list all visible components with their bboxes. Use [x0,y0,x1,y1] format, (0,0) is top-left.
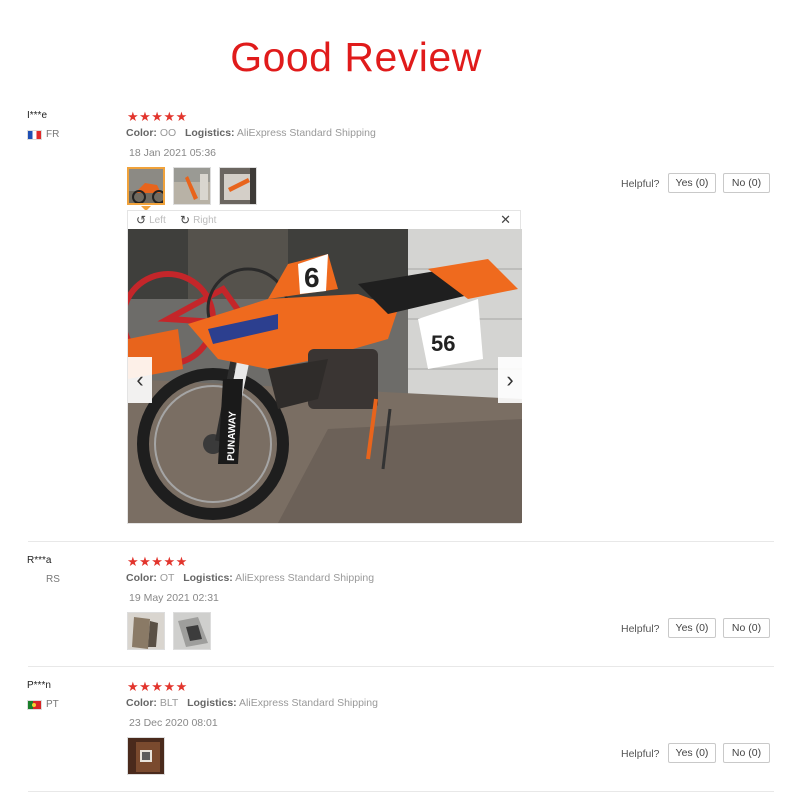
reviewer-country: RS [27,574,60,585]
logistics-value: AliExpress Standard Shipping [239,697,378,709]
reviewer-name: R***a [27,555,52,566]
flag-fr-icon [27,129,42,140]
review-photos [127,737,165,775]
star-rating: ★★★★★ [127,554,188,569]
close-icon[interactable]: ✕ [500,212,511,228]
helpful-label: Helpful? [621,623,660,635]
review-meta: Color: BLT Logistics: AliExpress Standar… [126,697,378,709]
review-meta: Color: OT Logistics: AliExpress Standard… [126,572,374,584]
photo-thumb[interactable] [173,167,211,205]
motorcycle-photo: 6 56 PUNAWAY [128,229,522,523]
color-label: Color: [126,572,157,584]
chevron-right-icon[interactable]: › [498,357,522,403]
review-date: 23 Dec 2020 08:01 [129,717,218,729]
color-value: OO [159,127,177,139]
viewer-toolbar: ↺ Left ↻ Right ✕ [128,211,520,229]
logistics-label: Logistics: [184,127,235,139]
country-code: RS [46,574,60,585]
review-date: 18 Jan 2021 05:36 [129,147,216,159]
color-value: BLT [159,697,179,709]
photo-viewer: ↺ Left ↻ Right ✕ 6 56 PUNAWAY ‹ › [127,210,522,524]
flag-rs-icon [27,575,42,585]
photo-thumb[interactable] [127,737,165,775]
photo-thumb[interactable] [127,612,165,650]
photo-thumb[interactable] [127,167,165,205]
helpful-no-button[interactable]: No (0) [723,618,770,638]
color-label: Color: [126,697,157,709]
review-photos [127,612,211,650]
review-photos [127,167,257,205]
fork-sticker-text: PUNAWAY [226,411,239,461]
color-value: OT [159,572,175,584]
rotate-right-label: Right [193,214,217,226]
reviewer-country: FR [27,129,59,140]
helpful-yes-button[interactable]: Yes (0) [668,618,716,638]
helpful-yes-button[interactable]: Yes (0) [668,173,716,193]
reviewer-name: P***n [27,680,51,691]
rotate-right-icon: ↻ [180,213,191,227]
flag-pt-icon [27,699,42,710]
review-divider [28,666,774,667]
helpful-no-button[interactable]: No (0) [723,173,770,193]
logistics-label: Logistics: [187,697,237,709]
review-meta: Color: OO Logistics: AliExpress Standard… [126,127,376,139]
country-code: FR [46,129,60,140]
rotate-left-button[interactable]: ↺ Left [136,213,166,227]
review-divider [28,541,774,542]
rotate-left-label: Left [149,214,166,226]
page-title: Good Review [230,34,482,80]
helpful-label: Helpful? [621,748,660,760]
photo-thumb[interactable] [173,612,211,650]
review-photo-large: 6 56 PUNAWAY ‹ › [128,229,522,523]
number-plate-front: 6 [304,262,320,293]
number-plate-side: 56 [431,331,455,356]
reviewer-country: PT [27,699,59,710]
logistics-value: AliExpress Standard Shipping [236,127,376,139]
star-rating: ★★★★★ [127,109,188,124]
country-code: PT [46,699,59,710]
helpful-yes-button[interactable]: Yes (0) [668,743,716,763]
logistics-label: Logistics: [183,572,233,584]
reviewer-name: I***e [27,110,48,121]
rotate-left-icon: ↺ [136,213,147,227]
helpful-label: Helpful? [621,178,660,190]
star-rating: ★★★★★ [127,679,188,694]
review-divider [28,791,774,792]
helpful-no-button[interactable]: No (0) [723,743,770,763]
logistics-value: AliExpress Standard Shipping [235,572,375,584]
color-label: Color: [126,127,157,139]
rotate-right-button[interactable]: ↻ Right [180,213,216,227]
photo-thumb[interactable] [219,167,257,205]
review-date: 19 May 2021 02:31 [129,592,219,604]
chevron-left-icon[interactable]: ‹ [128,357,152,403]
